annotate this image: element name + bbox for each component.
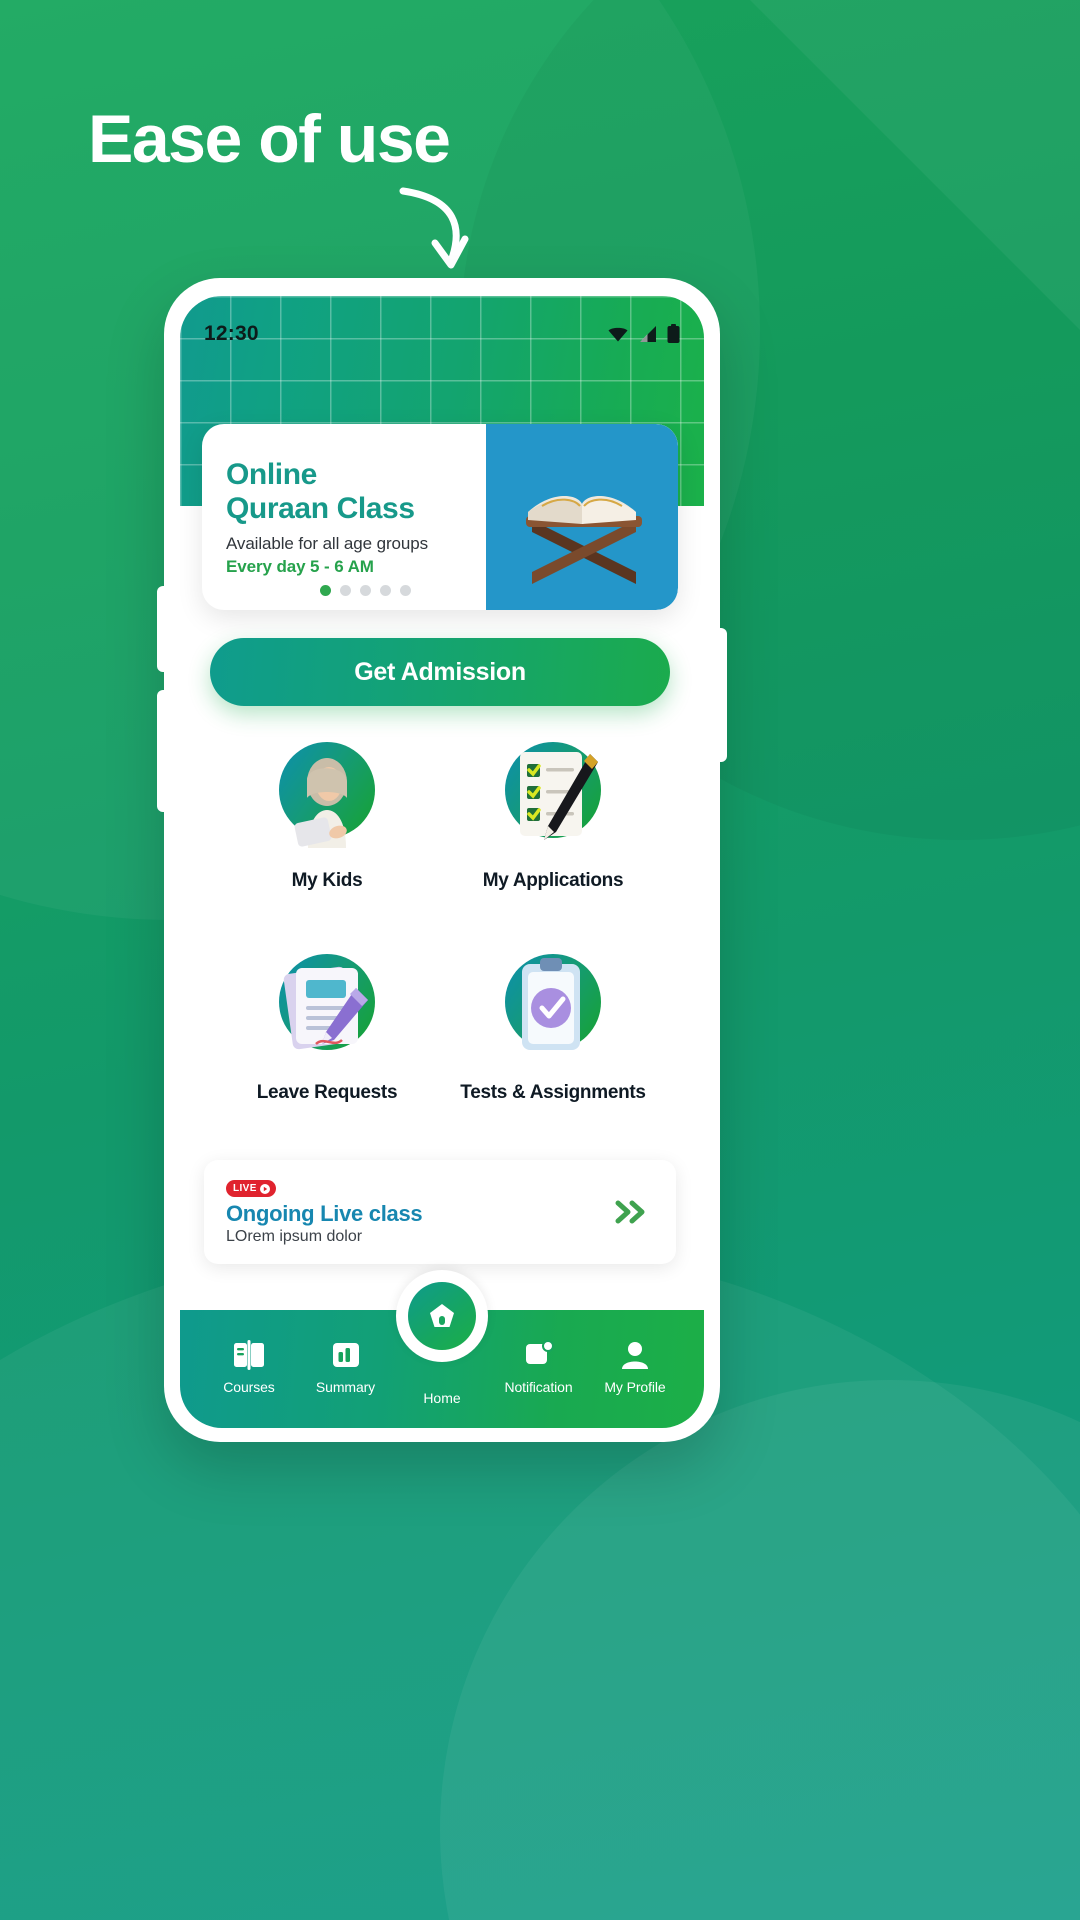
nav-item-label: Notification (504, 1379, 573, 1395)
checklist-with-pen-icon (494, 736, 612, 854)
phone-volume-down-button (157, 690, 167, 812)
live-card-description: LOrem ipsum dolor (226, 1228, 363, 1245)
nav-item-notification[interactable]: Notification (496, 1340, 582, 1395)
nav-item-summary[interactable]: Summary (303, 1340, 389, 1395)
phone-power-button (717, 628, 727, 762)
banner-schedule: Every day 5 - 6 AM (226, 556, 374, 576)
bar-chart-icon (332, 1343, 359, 1367)
home-pentagon-icon (430, 1304, 454, 1327)
status-badge: LIVE (226, 1180, 276, 1197)
live-badge-label: LIVE (233, 1183, 257, 1194)
book-open-icon (234, 1340, 264, 1370)
status-icon-group (607, 324, 680, 344)
banner-text-block: Online Quraan Class Available for all ag… (226, 458, 428, 577)
user-icon (622, 1342, 648, 1369)
page-title: Ease of use (88, 101, 451, 177)
nav-item-label-home: Home (423, 1390, 461, 1406)
live-card-title: Ongoing Live class (226, 1201, 423, 1226)
menu-item-label: My Kids (291, 870, 363, 891)
woman-with-tablet-icon (268, 736, 386, 854)
status-bar: 12:30 (180, 318, 704, 350)
curved-down-arrow-icon (399, 187, 469, 269)
banner-pagination[interactable] (202, 585, 678, 596)
bell-icon (525, 1340, 554, 1364)
clipboard-check-icon (494, 948, 612, 1066)
menu-item-tests-assignments[interactable]: Tests & Assignments (440, 948, 666, 1104)
pagination-dot[interactable] (339, 585, 351, 596)
nav-item-label: Courses (223, 1379, 275, 1395)
banner-title-line2: Quraan Class (226, 491, 415, 525)
quran-on-rehal-icon (486, 424, 678, 610)
pagination-dot[interactable] (399, 585, 411, 596)
home-fab-inner (408, 1282, 476, 1350)
play-circle-icon (259, 1183, 270, 1194)
banner-title-line1: Online (226, 458, 317, 491)
pagination-dot[interactable] (379, 585, 391, 596)
nav-item-home[interactable] (396, 1270, 488, 1362)
menu-item-my-applications[interactable]: My Applications (440, 736, 666, 892)
live-card-text: LIVE Ongoing Live class LOrem ipsum dolo… (226, 1178, 612, 1246)
nav-item-label: Summary (315, 1379, 376, 1395)
menu-item-label: My Applications (482, 870, 624, 891)
menu-item-label: Leave Requests (256, 1082, 398, 1103)
pagination-dot[interactable] (359, 585, 371, 596)
pagination-dot[interactable] (319, 585, 331, 596)
banner-subtitle: Available for all age groups (226, 533, 428, 553)
banner-title: Online Quraan Class (226, 458, 428, 526)
phone-screen: 12:30 Online Quraan Class Available for … (180, 296, 704, 1428)
menu-item-label: Tests & Assignments (460, 1082, 646, 1103)
wifi-icon (608, 327, 628, 342)
document-with-pen-icon (268, 948, 386, 1066)
get-admission-button[interactable]: Get Admission (210, 638, 670, 706)
double-chevron-right-icon[interactable] (612, 1197, 650, 1227)
status-time: 12:30 (204, 322, 259, 345)
battery-icon (667, 324, 680, 343)
promo-banner-card[interactable]: Online Quraan Class Available for all ag… (202, 424, 678, 610)
background-corner-shape (750, 0, 1080, 330)
signal-icon (640, 326, 656, 342)
nav-item-my-profile[interactable]: My Profile (592, 1340, 678, 1395)
nav-item-courses[interactable]: Courses (206, 1340, 292, 1395)
ongoing-live-class-card[interactable]: LIVE Ongoing Live class LOrem ipsum dolo… (204, 1160, 676, 1264)
menu-grid: My Kids My Applications Leave Requests T… (214, 736, 666, 1104)
phone-mockup: 12:30 Online Quraan Class Available for … (157, 278, 727, 1442)
menu-item-my-kids[interactable]: My Kids (214, 736, 440, 892)
menu-item-leave-requests[interactable]: Leave Requests (214, 948, 440, 1104)
nav-item-label: My Profile (604, 1379, 666, 1395)
phone-volume-up-button (157, 586, 167, 672)
